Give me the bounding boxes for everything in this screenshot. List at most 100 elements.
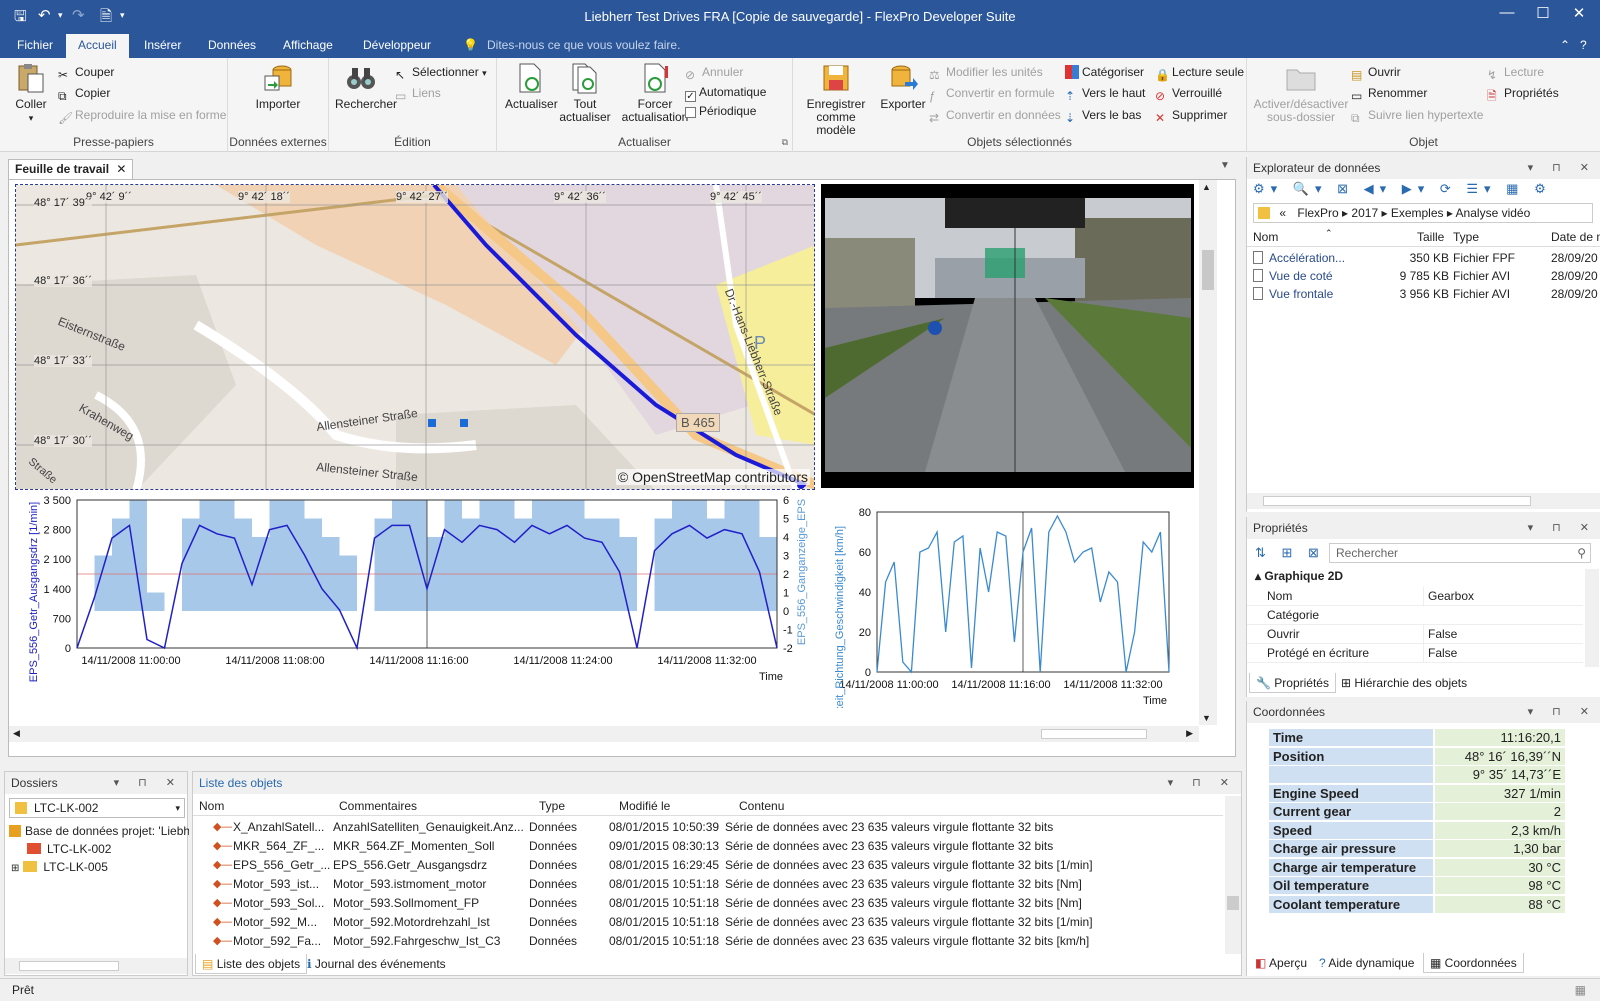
tab-developpeur[interactable]: Développeur: [363, 38, 431, 52]
hscroll-thumb[interactable]: [19, 961, 119, 971]
move-up-button[interactable]: ⇡ Vers le haut: [1065, 84, 1145, 103]
tab-object-list[interactable]: ▤ Liste des objets: [195, 954, 308, 974]
periodic-checkbox[interactable]: Périodique: [685, 102, 756, 120]
auto-checkbox[interactable]: ✓ Automatique: [685, 83, 766, 102]
tree-root[interactable]: Base de données projet: 'Liebh: [9, 824, 189, 842]
minimize-icon[interactable]: —: [1492, 4, 1522, 21]
maximize-icon[interactable]: ☐: [1528, 4, 1558, 22]
path-segment[interactable]: FlexPro: [1297, 206, 1338, 220]
col-comments[interactable]: Commentaires: [339, 799, 417, 813]
worksheet-menu-icon[interactable]: ▼: [1220, 160, 1230, 171]
close-tab-icon[interactable]: ✕: [116, 162, 126, 176]
links-button[interactable]: ▭ Liens: [395, 84, 441, 103]
tab-overview[interactable]: ◧ Aperçu: [1249, 953, 1313, 973]
col-modified[interactable]: Modifié le: [619, 799, 670, 813]
properties-section[interactable]: ▴ Graphique 2D: [1255, 569, 1343, 583]
play-button[interactable]: ↯ Lecture: [1487, 63, 1544, 82]
modify-units-button[interactable]: ⚖ Modifier les unités: [929, 63, 1043, 82]
object-row[interactable]: ◆— Motor_593_Sol... Motor_593.Sollmoment_F…: [193, 894, 1223, 913]
chart-speed[interactable]: 0 20 40 60 80 14/11/2008 11:00:00 14/11/2008 1…: [821, 492, 1194, 718]
scroll-thumb[interactable]: [1227, 896, 1239, 910]
explorer-row[interactable]: Vue frontale 3 956 KB Fichier AVI 28/09/20: [1247, 285, 1600, 304]
follow-hyperlink-button[interactable]: ⧉ Suivre lien hypertexte: [1351, 106, 1483, 125]
property-row[interactable]: Catégorie: [1247, 606, 1583, 625]
expand-icon[interactable]: ⊞: [11, 863, 19, 874]
folder-combo[interactable]: LTC-LK-002 ▾: [9, 798, 185, 818]
object-row[interactable]: ◆— X_AnzahlSatell... AnzahlSatelliten_Gena…: [193, 818, 1223, 837]
panel-controls[interactable]: ▾ ⊓ ✕: [1168, 772, 1237, 794]
explorer-path[interactable]: « FlexPro ▸ 2017 ▸ Exemples ▸ Analyse vi…: [1253, 203, 1593, 223]
refresh-button[interactable]: Actualiser: [505, 62, 558, 111]
hscroll-thumb[interactable]: [1041, 729, 1147, 739]
path-segment[interactable]: 2017: [1351, 206, 1378, 220]
scroll-down-icon[interactable]: ▼: [1202, 713, 1211, 723]
col-content[interactable]: Contenu: [739, 799, 784, 813]
move-down-button[interactable]: ⇣ Vers le bas: [1065, 106, 1141, 125]
rename-button[interactable]: ▭ Renommer: [1351, 84, 1427, 103]
refresh-all-button[interactable]: Tout actualiser: [557, 62, 613, 124]
object-row[interactable]: ◆— Motor_592_M... Motor_592.Motordrehzahl_…: [193, 913, 1223, 932]
properties-search[interactable]: Rechercher ⚲: [1329, 543, 1591, 563]
col-type[interactable]: Type: [1453, 230, 1479, 244]
tab-inserer[interactable]: Insérer: [144, 38, 181, 52]
toggle-subfolder-button[interactable]: Activer/désactiver sous-dossier: [1251, 62, 1351, 124]
object-row[interactable]: ◆— EPS_556_Getr_... EPS_556.Getr_Ausgangsd…: [193, 856, 1223, 875]
chart-gearbox[interactable]: 0 700 1 400 2 100 2 800 3 500 -2 -1 0 1 2 3 4 5 6 14/11…: [15, 492, 815, 708]
scroll-thumb[interactable]: [1202, 250, 1214, 290]
paste-button[interactable]: Coller ▾: [10, 62, 52, 125]
col-date[interactable]: Date de m: [1551, 230, 1600, 244]
cut-button[interactable]: ✂ Couper: [58, 63, 114, 82]
export-button[interactable]: Exporter: [877, 62, 929, 111]
format-painter-button[interactable]: 🖌 Reproduire la mise en forme: [58, 106, 226, 125]
panel-controls[interactable]: ▾ ⊓ ✕: [1528, 701, 1597, 723]
cancel-button[interactable]: ⊘ Annuler: [685, 63, 743, 82]
panel-controls[interactable]: ▾ ⊓ ✕: [114, 772, 183, 794]
map-view[interactable]: 9° 42´ 9´´ 9° 42´ 18´´ 9° 42´ 27´´ 9° 42´ 3…: [15, 184, 815, 490]
select-dropdown[interactable]: ↖ Sélectionner ▾: [395, 63, 487, 82]
copy-button[interactable]: ⧉ Copier: [58, 84, 110, 103]
categorize-button[interactable]: Catégoriser: [1065, 63, 1144, 81]
col-size[interactable]: Taille: [1417, 230, 1444, 244]
folders-hscrollbar[interactable]: [5, 958, 187, 974]
worksheet-hscrollbar[interactable]: ◀ ▶: [9, 726, 1199, 742]
explorer-hscrollbar[interactable]: [1247, 493, 1600, 509]
video-view[interactable]: [821, 184, 1194, 488]
find-button[interactable]: Rechercher: [335, 62, 397, 111]
properties-toolbar[interactable]: ⇅ ⊞ ⊠: [1255, 545, 1325, 561]
convert-data-button[interactable]: ⇄ Convertir en données: [929, 106, 1061, 125]
panel-controls[interactable]: ▾ ⊓ ✕: [1528, 157, 1597, 179]
import-button[interactable]: Importer: [246, 62, 310, 111]
tab-coordinates[interactable]: ▦ Coordonnées: [1423, 953, 1524, 973]
collapse-ribbon-icon[interactable]: ⌃: [1560, 38, 1570, 52]
properties-button[interactable]: 🗎 Propriétés: [1487, 84, 1559, 103]
locked-button[interactable]: ⊘ Verrouillé: [1155, 84, 1222, 103]
worksheet-vscrollbar[interactable]: ▲ ▼: [1199, 180, 1217, 725]
readonly-button[interactable]: 🔒 Lecture seule: [1155, 63, 1244, 82]
panel-controls[interactable]: ▾ ⊓ ✕: [1528, 517, 1597, 539]
delete-button[interactable]: ✕ Supprimer: [1155, 106, 1227, 125]
tab-affichage[interactable]: Affichage: [283, 38, 333, 52]
tab-accueil[interactable]: Accueil: [66, 34, 129, 58]
property-row[interactable]: Nom Gearbox: [1247, 587, 1583, 606]
tab-donnees[interactable]: Données: [208, 38, 256, 52]
properties-vscrollbar[interactable]: [1585, 569, 1599, 667]
path-segment[interactable]: Exemples: [1391, 206, 1444, 220]
convert-formula-button[interactable]: ƒ Convertir en formule: [929, 84, 1055, 103]
tab-event-log[interactable]: ℹ Journal des événements: [301, 954, 452, 974]
path-segment[interactable]: Analyse vidéo: [1456, 206, 1531, 220]
col-name[interactable]: Nom: [1253, 230, 1278, 244]
property-row[interactable]: Protégé en écriture False: [1247, 644, 1583, 663]
force-refresh-button[interactable]: Forcer actualisation: [615, 62, 695, 124]
col-type[interactable]: Type: [539, 799, 565, 813]
path-back[interactable]: «: [1279, 206, 1286, 220]
tab-object-hierarchy[interactable]: ⊞ Hiérarchie des objets: [1335, 673, 1473, 693]
explorer-row[interactable]: Vue de coté 9 785 KB Fichier AVI 28/09/20: [1247, 267, 1600, 286]
open-button[interactable]: ▤ Ouvrir: [1351, 63, 1401, 82]
close-window-icon[interactable]: ✕: [1564, 4, 1594, 22]
save-as-template-button[interactable]: Enregistrer comme modèle: [797, 62, 875, 137]
explorer-toolbar[interactable]: ⚙▾ 🔍▾ ⊠ ◀▾ ▶▾ ⟳ ☰▾ ▦ ⚙: [1253, 181, 1593, 201]
tree-item[interactable]: ⊞ LTC-LK-005: [11, 860, 108, 878]
object-row[interactable]: ◆— Motor_592_Fa... Motor_592.Fahrgeschw_Is…: [193, 932, 1223, 951]
object-row[interactable]: ◆— Motor_593_ist... Motor_593.istmoment_mo…: [193, 875, 1223, 894]
scroll-left-icon[interactable]: ◀: [13, 728, 20, 739]
